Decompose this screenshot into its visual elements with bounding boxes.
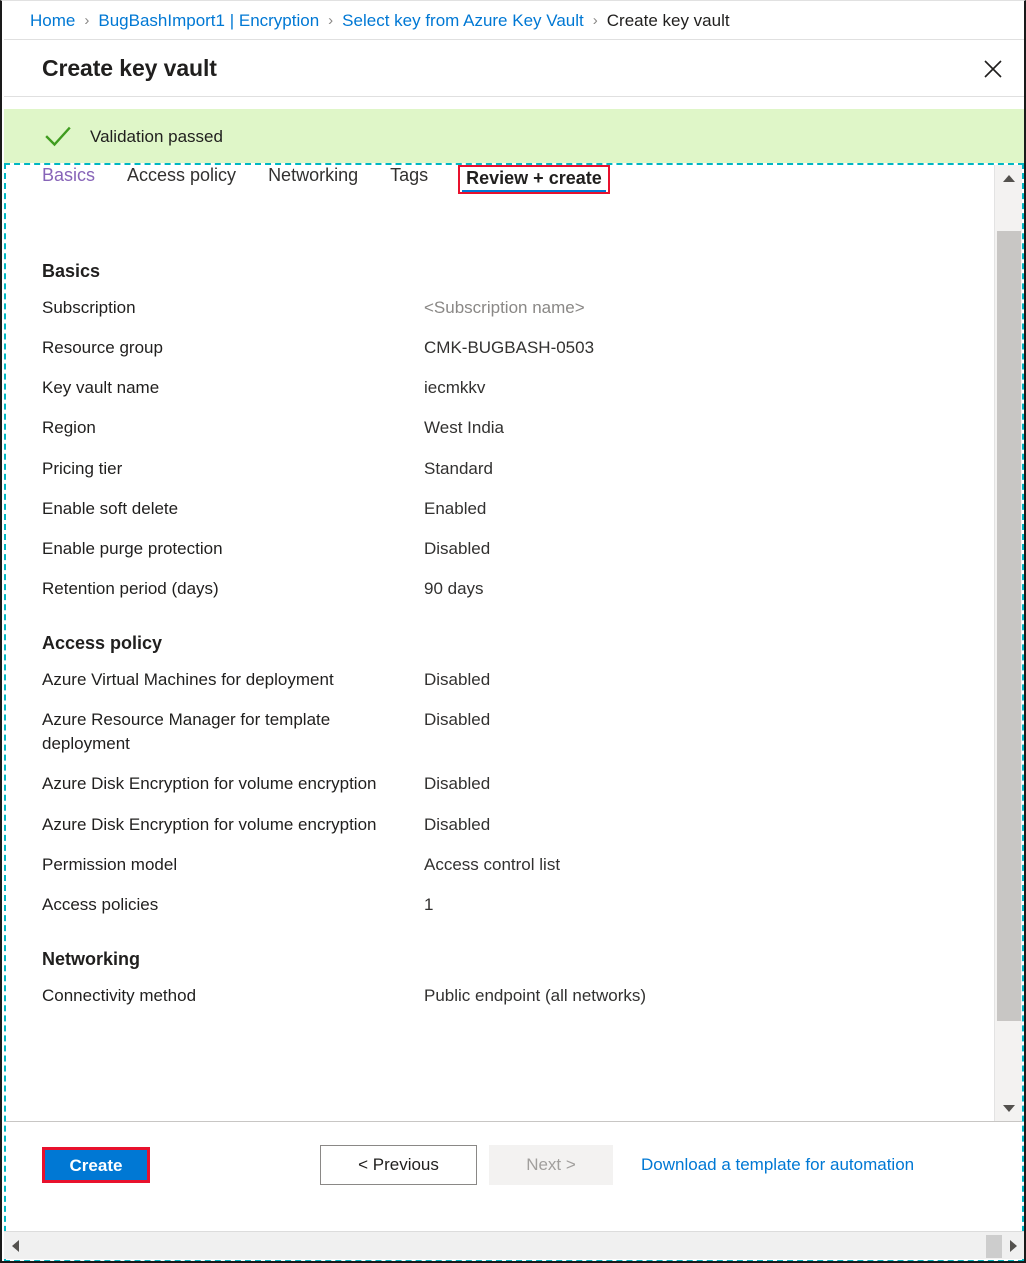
- next-button[interactable]: Next >: [489, 1145, 613, 1185]
- summary-row-value: Enabled: [424, 497, 486, 521]
- summary-row: Retention period (days)90 days: [42, 577, 994, 601]
- section-heading: Networking: [42, 949, 994, 970]
- breadcrumb: Home › BugBashImport1 | Encryption › Select …: [4, 2, 1024, 40]
- summary-row: Enable soft deleteEnabled: [42, 497, 994, 521]
- checkmark-icon: [44, 123, 72, 151]
- summary-row-key: Subscription: [42, 296, 424, 320]
- breadcrumb-separator: ›: [593, 12, 598, 29]
- breadcrumb-separator: ›: [328, 12, 333, 29]
- caret-left-glyph: [11, 1239, 20, 1253]
- summary-row-key: Azure Resource Manager for template depl…: [42, 708, 424, 756]
- summary-row-value: Disabled: [424, 772, 490, 796]
- summary-row-key: Azure Disk Encryption for volume encrypt…: [42, 813, 424, 837]
- summary-row: Azure Disk Encryption for volume encrypt…: [42, 772, 994, 796]
- summary-row-value: Disabled: [424, 813, 490, 837]
- summary-row-key: Enable purge protection: [42, 537, 424, 561]
- summary-row-key: Retention period (days): [42, 577, 424, 601]
- summary-row-value: Disabled: [424, 537, 490, 561]
- tab-tags[interactable]: Tags: [388, 165, 430, 190]
- caret-down-glyph: [1002, 1104, 1016, 1113]
- summary-row-key: Connectivity method: [42, 984, 424, 1008]
- summary-row: Access policies1: [42, 893, 994, 917]
- caret-left-icon[interactable]: [4, 1232, 26, 1260]
- tab-basics[interactable]: Basics: [40, 165, 97, 190]
- summary-row: Connectivity methodPublic endpoint (all …: [42, 984, 994, 1008]
- horizontal-scrollbar-thumb[interactable]: [986, 1235, 1002, 1258]
- breadcrumb-item-1[interactable]: BugBashImport1 | Encryption: [98, 11, 319, 31]
- summary-row-value: Standard: [424, 457, 493, 481]
- review-summary: BasicsSubscription<Subscription name>Res…: [6, 205, 994, 1008]
- summary-row: Enable purge protectionDisabled: [42, 537, 994, 561]
- tab-access-policy[interactable]: Access policy: [125, 165, 238, 190]
- validation-banner: Validation passed: [4, 109, 1024, 164]
- caret-up-glyph: [1002, 174, 1016, 183]
- caret-down-icon[interactable]: [995, 1095, 1023, 1121]
- wizard-tabs: Basics Access policy Networking Tags Review …: [6, 165, 994, 205]
- summary-row-value: <Subscription name>: [424, 296, 585, 320]
- summary-row-value: Disabled: [424, 708, 490, 732]
- summary-row-key: Pricing tier: [42, 457, 424, 481]
- summary-row: Permission modelAccess control list: [42, 853, 994, 877]
- tab-networking[interactable]: Networking: [266, 165, 360, 190]
- vertical-scrollbar[interactable]: [994, 165, 1022, 1121]
- review-summary-scroll-region[interactable]: BasicsSubscription<Subscription name>Res…: [6, 205, 994, 1121]
- previous-button[interactable]: < Previous: [320, 1145, 477, 1185]
- summary-row-key: Enable soft delete: [42, 497, 424, 521]
- breadcrumb-item-2[interactable]: Select key from Azure Key Vault: [342, 11, 584, 31]
- summary-row: RegionWest India: [42, 416, 994, 440]
- summary-row-key: Permission model: [42, 853, 424, 877]
- wizard-content-pane: Basics Access policy Networking Tags Review …: [4, 163, 1024, 1262]
- summary-row-value: iecmkkv: [424, 376, 485, 400]
- summary-row-key: Azure Disk Encryption for volume encrypt…: [42, 772, 424, 796]
- breadcrumb-item-3: Create key vault: [607, 11, 730, 31]
- summary-row-value: Access control list: [424, 853, 560, 877]
- close-glyph: [983, 59, 1003, 79]
- page-title: Create key vault: [42, 55, 217, 82]
- summary-row-key: Access policies: [42, 893, 424, 917]
- summary-row-key: Azure Virtual Machines for deployment: [42, 668, 424, 692]
- section-heading: Basics: [42, 261, 994, 282]
- summary-row: Key vault nameiecmkkv: [42, 376, 994, 400]
- create-button[interactable]: Create: [42, 1147, 150, 1183]
- caret-right-icon[interactable]: [1002, 1232, 1024, 1260]
- summary-row-key: Resource group: [42, 336, 424, 360]
- summary-row-value: 90 days: [424, 577, 484, 601]
- summary-row-value: Public endpoint (all networks): [424, 984, 646, 1008]
- vertical-scrollbar-thumb[interactable]: [997, 231, 1021, 1021]
- close-icon[interactable]: [972, 48, 1014, 90]
- blade-title-bar: Create key vault: [4, 40, 1024, 97]
- summary-row-key: Region: [42, 416, 424, 440]
- create-key-vault-blade: Home › BugBashImport1 | Encryption › Select …: [0, 0, 1026, 1263]
- caret-right-glyph: [1009, 1239, 1018, 1253]
- horizontal-scrollbar[interactable]: [4, 1231, 1024, 1259]
- caret-up-icon[interactable]: [995, 165, 1023, 191]
- summary-row-key: Key vault name: [42, 376, 424, 400]
- summary-row: Pricing tierStandard: [42, 457, 994, 481]
- summary-row-value: 1: [424, 893, 433, 917]
- summary-row-value: West India: [424, 416, 504, 440]
- summary-row: Azure Resource Manager for template depl…: [42, 708, 994, 756]
- summary-row: Azure Virtual Machines for deploymentDis…: [42, 668, 994, 692]
- breadcrumb-item-0[interactable]: Home: [30, 11, 75, 31]
- breadcrumb-separator: ›: [84, 12, 89, 29]
- summary-row: Azure Disk Encryption for volume encrypt…: [42, 813, 994, 837]
- summary-row-value: CMK-BUGBASH-0503: [424, 336, 594, 360]
- validation-message: Validation passed: [90, 127, 223, 147]
- tab-review-create[interactable]: Review + create: [458, 165, 610, 194]
- summary-row: Resource groupCMK-BUGBASH-0503: [42, 336, 994, 360]
- summary-row: Subscription<Subscription name>: [42, 296, 994, 320]
- section-heading: Access policy: [42, 633, 994, 654]
- download-template-link[interactable]: Download a template for automation: [641, 1155, 914, 1175]
- summary-row-value: Disabled: [424, 668, 490, 692]
